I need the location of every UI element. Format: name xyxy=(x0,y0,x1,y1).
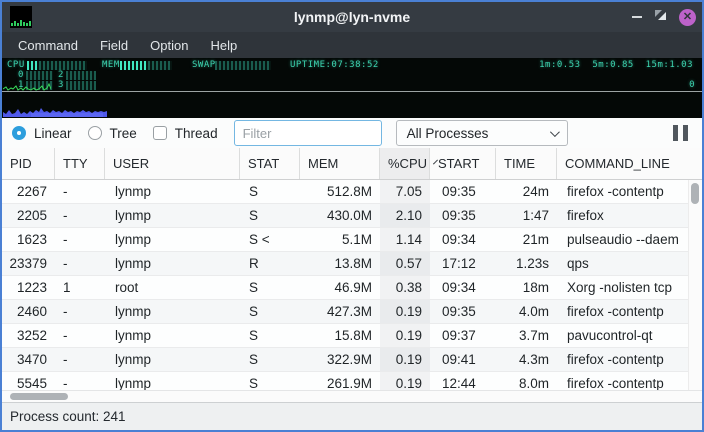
titlebar[interactable]: lynmp@lyn-nvme ✕ xyxy=(2,2,702,32)
header-stat[interactable]: STAT xyxy=(240,148,300,179)
header-mem[interactable]: MEM xyxy=(300,148,380,179)
linear-label[interactable]: Linear xyxy=(34,126,72,141)
table-row[interactable]: 3252 - lynmp S 15.8M 0.19 09:37 3.7m pav… xyxy=(2,324,688,348)
load-average-text: 1m:0.53 5m:0.85 15m:1.03 xyxy=(539,61,693,70)
close-icon[interactable]: ✕ xyxy=(679,9,696,26)
horizontal-scrollbar-thumb[interactable] xyxy=(10,393,68,400)
process-scope-dropdown[interactable]: All Processes xyxy=(396,120,568,146)
horizontal-scrollbar[interactable] xyxy=(2,390,702,402)
swap-label: SWAP xyxy=(192,61,216,70)
core0-label: 0 xyxy=(18,71,24,80)
tree-radio[interactable] xyxy=(88,126,102,140)
vertical-scrollbar[interactable] xyxy=(688,180,702,390)
tree-label[interactable]: Tree xyxy=(110,126,137,141)
minimize-icon[interactable] xyxy=(632,16,642,18)
mem-meter xyxy=(120,61,172,70)
app-icon xyxy=(10,6,32,28)
monitor-separator xyxy=(2,91,702,92)
restore-icon[interactable] xyxy=(654,8,667,26)
toolbar: Linear Tree Thread All Processes xyxy=(2,118,702,148)
app-window: lynmp@lyn-nvme ✕ Command Field Option He… xyxy=(0,0,704,432)
linear-radio[interactable] xyxy=(12,126,26,140)
uptime-text: UPTIME:07:38:52 xyxy=(290,61,379,70)
core2-meter xyxy=(66,71,96,80)
header-tty[interactable]: TTY xyxy=(55,148,105,179)
core0-meter xyxy=(26,71,53,80)
window-title: lynmp@lyn-nvme xyxy=(2,9,702,25)
header-time[interactable]: TIME xyxy=(496,148,557,179)
header-cpu[interactable]: %CPU xyxy=(380,148,430,179)
core3-label: 3 xyxy=(58,81,64,90)
menu-help[interactable]: Help xyxy=(200,35,247,56)
table-row[interactable]: 2460 - lynmp S 427.3M 0.19 09:35 4.0m fi… xyxy=(2,300,688,324)
process-table: 2267 - lynmp S 512.8M 7.05 09:35 24m fir… xyxy=(2,180,702,390)
statusbar: Process count: 241 xyxy=(2,402,702,430)
process-scope-value: All Processes xyxy=(407,126,489,141)
table-row[interactable]: 1223 1 root S 46.9M 0.38 09:34 18m Xorg … xyxy=(2,276,688,300)
menu-field[interactable]: Field xyxy=(90,35,138,56)
zero-label: 0 xyxy=(689,81,695,90)
thread-checkbox[interactable] xyxy=(153,126,167,140)
table-row[interactable]: 23379 - lynmp R 13.8M 0.57 17:12 1.23s q… xyxy=(2,252,688,276)
header-command-line[interactable]: COMMAND_LINE xyxy=(557,148,702,179)
menu-option[interactable]: Option xyxy=(140,35,198,56)
header-start[interactable]: START xyxy=(430,148,496,179)
cpu-meter xyxy=(27,61,87,70)
thread-label[interactable]: Thread xyxy=(175,126,218,141)
load-history-graph xyxy=(3,102,107,117)
filter-input[interactable] xyxy=(234,120,382,146)
table-header: PID TTY USER STAT MEM %CPU START TIME CO… xyxy=(2,148,702,180)
chevron-down-icon xyxy=(550,127,560,137)
cpu-label: CPU xyxy=(7,61,25,70)
table-rows: 2267 - lynmp S 512.8M 7.05 09:35 24m fir… xyxy=(2,180,688,390)
header-user[interactable]: USER xyxy=(105,148,240,179)
vertical-scrollbar-thumb[interactable] xyxy=(691,183,699,204)
table-row[interactable]: 5545 - lynmp S 261.9M 0.19 12:44 8.0m fi… xyxy=(2,372,688,390)
header-pid[interactable]: PID xyxy=(2,148,55,179)
table-row[interactable]: 3470 - lynmp S 322.9M 0.19 09:41 4.3m fi… xyxy=(2,348,688,372)
pause-button[interactable] xyxy=(673,125,692,141)
core2-label: 2 xyxy=(58,71,64,80)
process-count-text: Process count: 241 xyxy=(10,409,126,424)
swap-meter xyxy=(215,61,271,70)
mem-label: MEM xyxy=(102,61,120,70)
menu-command[interactable]: Command xyxy=(8,35,88,56)
table-row[interactable]: 2205 - lynmp S 430.0M 2.10 09:35 1:47 fi… xyxy=(2,204,688,228)
table-row[interactable]: 1623 - lynmp S < 5.1M 1.14 09:34 21m pul… xyxy=(2,228,688,252)
system-monitor: CPU MEM SWAP UPTIME:07:38:52 1m:0.53 5m:… xyxy=(2,58,702,118)
table-row[interactable]: 2267 - lynmp S 512.8M 7.05 09:35 24m fir… xyxy=(2,180,688,204)
core3-meter xyxy=(66,81,96,90)
menubar: Command Field Option Help xyxy=(2,32,702,58)
